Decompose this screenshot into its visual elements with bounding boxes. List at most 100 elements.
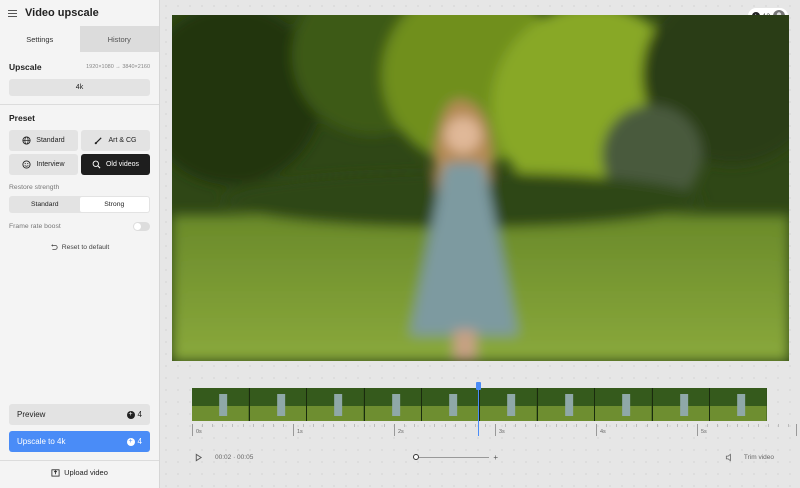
ruler-minor-tick — [505, 424, 507, 427]
trim-control: Trim video — [725, 453, 774, 462]
sidebar: Video upscale Settings History Upscale 1… — [0, 0, 160, 488]
magnifier-icon — [92, 160, 101, 169]
timeline-ruler: 0s 1s 2s 3s 4s 5s — [192, 424, 798, 438]
upload-icon — [51, 469, 60, 477]
frame-rate-label: Frame rate boost — [9, 223, 61, 230]
credit-icon: + — [126, 437, 135, 446]
editor-canvas: + 12 — [160, 0, 800, 488]
ruler-minor-tick — [323, 424, 325, 427]
ruler-minor-tick — [282, 424, 284, 427]
ruler-minor-tick — [636, 424, 638, 427]
ruler-minor-tick — [727, 424, 729, 427]
frame-rate-toggle[interactable] — [133, 222, 150, 231]
ruler-minor-tick — [404, 424, 406, 427]
timeline-filmstrip[interactable] — [192, 388, 767, 421]
film-frame — [364, 388, 423, 421]
zoom-in-icon[interactable]: + — [493, 453, 498, 462]
ruler-minor-tick — [262, 424, 264, 427]
restore-strong-option[interactable]: Strong — [79, 197, 149, 212]
ruler-minor-tick — [515, 424, 517, 427]
trim-video-button[interactable]: Trim video — [744, 454, 774, 461]
ruler-minor-tick — [464, 424, 466, 427]
divider — [0, 104, 159, 105]
ruler-tick — [796, 424, 797, 436]
restore-strength-control: Standard Strong — [9, 196, 150, 213]
preset-heading: Preset — [9, 113, 35, 123]
film-frame — [422, 388, 480, 421]
upload-label: Upload video — [64, 468, 108, 477]
preset-interview[interactable]: Interview — [9, 154, 78, 175]
ruler-minor-tick — [656, 424, 658, 427]
preset-art-cg[interactable]: Art & CG — [81, 130, 150, 151]
ruler-minor-tick — [222, 424, 224, 427]
tab-bar: Settings History — [0, 26, 159, 52]
ruler-minor-tick — [414, 424, 416, 427]
preview-cost-value: 4 — [137, 410, 142, 419]
ruler-tick: 2s — [394, 424, 404, 436]
ruler-minor-tick — [242, 424, 244, 427]
volume-icon[interactable] — [725, 453, 734, 462]
ruler-minor-tick — [545, 424, 547, 427]
ruler-minor-tick — [444, 424, 446, 427]
video-preview[interactable] — [172, 15, 789, 361]
preset-standard[interactable]: Standard — [9, 130, 78, 151]
ruler-minor-tick — [454, 424, 456, 427]
preset-section: Preset Standard Art & CG Interview Old v… — [0, 113, 159, 251]
ruler-minor-tick — [252, 424, 254, 427]
tick-label: 2s — [398, 429, 404, 435]
zoom-slider-track — [419, 456, 490, 458]
ruler-minor-tick — [737, 424, 739, 427]
preset-label: Art & CG — [108, 137, 137, 144]
ruler-minor-tick — [606, 424, 608, 427]
ruler-minor-tick — [272, 424, 274, 427]
ruler-minor-tick — [535, 424, 537, 427]
ruler-minor-tick — [353, 424, 355, 427]
tab-history[interactable]: History — [79, 26, 159, 52]
upscale-cost-value: 4 — [137, 437, 142, 446]
smile-icon — [22, 160, 32, 169]
ruler-tick: 0s — [192, 424, 202, 436]
upscale-button[interactable]: Upscale to 4k + 4 — [9, 431, 150, 452]
zoom-slider[interactable]: + — [413, 453, 498, 462]
upscale-heading: Upscale — [9, 62, 42, 72]
divider — [0, 460, 159, 461]
menu-icon[interactable] — [8, 9, 17, 17]
play-icon[interactable] — [194, 453, 203, 462]
preset-label: Standard — [36, 137, 65, 144]
preset-label: Old videos — [105, 161, 140, 168]
ruler-minor-tick — [747, 424, 749, 427]
ruler-minor-tick — [666, 424, 668, 427]
ruler-minor-tick — [585, 424, 587, 427]
restore-standard-option[interactable]: Standard — [10, 197, 80, 212]
sidebar-header: Video upscale — [0, 0, 159, 26]
video-frame-image — [172, 15, 789, 361]
ruler-minor-tick — [616, 424, 618, 427]
preset-old-videos[interactable]: Old videos — [81, 154, 150, 175]
ruler-minor-tick — [424, 424, 426, 427]
playback-controls: 00:02 · 00:05 + Trim video — [194, 450, 774, 464]
tab-settings[interactable]: Settings — [0, 26, 80, 52]
ruler-minor-tick — [686, 424, 688, 427]
preview-button[interactable]: Preview + 4 — [9, 404, 150, 425]
ruler-minor-tick — [202, 424, 204, 427]
film-frame — [595, 388, 653, 421]
upscale-cost: + 4 — [126, 437, 142, 446]
playhead-handle[interactable] — [476, 382, 481, 390]
ruler-minor-tick — [555, 424, 557, 427]
upscale-value-button[interactable]: 4k — [9, 79, 150, 96]
reset-button[interactable]: Reset to default — [9, 243, 150, 251]
upload-button[interactable]: Upload video — [0, 468, 159, 477]
ruler-minor-tick — [646, 424, 648, 427]
ruler-minor-tick — [474, 424, 476, 427]
ruler-minor-tick — [626, 424, 628, 427]
undo-icon — [50, 244, 58, 250]
ruler-minor-tick — [525, 424, 527, 427]
time-display: 00:02 · 00:05 — [215, 453, 254, 461]
tick-label: 3s — [499, 429, 505, 435]
ruler-minor-tick — [373, 424, 375, 427]
reset-label: Reset to default — [61, 243, 110, 251]
brush-icon — [95, 137, 103, 145]
ruler-tick: 4s — [596, 424, 606, 436]
playhead-line — [478, 382, 479, 436]
film-frame — [710, 388, 767, 421]
